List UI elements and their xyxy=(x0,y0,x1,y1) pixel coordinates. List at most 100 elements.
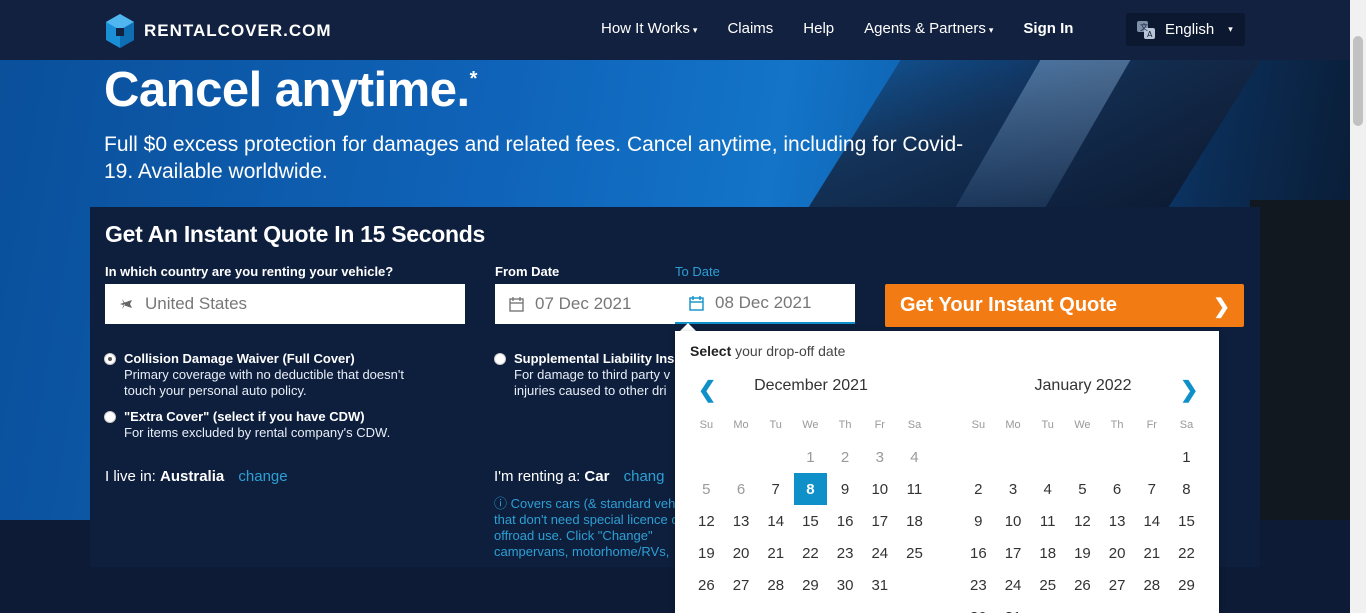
calendar-day[interactable]: 9 xyxy=(828,473,863,505)
calendar-day[interactable]: 25 xyxy=(897,537,932,569)
calendar-day[interactable]: 3 xyxy=(996,473,1031,505)
country-value: United States xyxy=(145,294,248,313)
calendar-day[interactable]: 17 xyxy=(862,505,897,537)
calendar-day[interactable]: 11 xyxy=(1030,505,1065,537)
calendar-day[interactable]: 26 xyxy=(689,569,724,601)
calendar-day[interactable]: 4 xyxy=(1030,473,1065,505)
calendar-day[interactable]: 12 xyxy=(689,505,724,537)
nav-how-it-works[interactable]: How It Works ▾ xyxy=(601,20,697,37)
calendar-day[interactable]: 1 xyxy=(1169,441,1204,473)
calendar-day[interactable]: 27 xyxy=(1100,569,1135,601)
calendar-day[interactable]: 22 xyxy=(793,537,828,569)
country-label: In which country are you renting your ve… xyxy=(105,264,394,279)
nav-claims[interactable]: Claims xyxy=(727,20,773,37)
calendar-day[interactable]: 28 xyxy=(1134,569,1169,601)
calendar-day[interactable]: 21 xyxy=(758,537,793,569)
calendar-day[interactable]: 21 xyxy=(1134,537,1169,569)
calendar-day[interactable]: 7 xyxy=(758,473,793,505)
hero-subhead: Full $0 excess protection for damages an… xyxy=(104,133,964,183)
top-navbar: RENTALCOVER.COM How It Works ▾ Claims Hel… xyxy=(0,0,1350,60)
calendar-day[interactable]: 28 xyxy=(758,569,793,601)
calendar-day[interactable]: 7 xyxy=(1134,473,1169,505)
calendar-day[interactable]: 31 xyxy=(996,601,1031,613)
calendar-day[interactable]: 14 xyxy=(758,505,793,537)
calendar-day[interactable]: 18 xyxy=(1030,537,1065,569)
from-date-input[interactable]: 07 Dec 2021 xyxy=(495,284,675,324)
calendar-day[interactable]: 6 xyxy=(1100,473,1135,505)
calendar-day[interactable]: 20 xyxy=(724,537,759,569)
calendar-day[interactable]: 18 xyxy=(897,505,932,537)
vehicle-line: I'm renting a: Car chang xyxy=(494,468,665,485)
calendar-day[interactable]: 2 xyxy=(961,473,996,505)
calendar-day[interactable]: 5 xyxy=(1065,473,1100,505)
cdw-description: Primary coverage with no deductible that… xyxy=(124,367,404,398)
extra-cover-title: "Extra Cover" (select if you have CDW) xyxy=(124,409,365,424)
calendar-day[interactable]: 29 xyxy=(1169,569,1204,601)
day-grid: 1 2 3 4 5 6 7 8 9 10 11 12 13 14 15 16 17 18 19 20 21 22 23 24 2… xyxy=(689,441,932,601)
day-grid: 1 2 3 4 5 6 7 8 9 10 11 12 13 14 15 16 17 18 19 20 21 22 23 24 2… xyxy=(961,441,1204,613)
scrollbar-thumb[interactable] xyxy=(1353,36,1363,126)
empty-cell xyxy=(961,441,996,473)
residence-value: Australia xyxy=(160,468,225,485)
calendar-day[interactable]: 12 xyxy=(1065,505,1100,537)
page-scrollbar[interactable] xyxy=(1350,0,1366,613)
nav-agents-partners[interactable]: Agents & Partners ▾ xyxy=(864,20,993,37)
cdw-radio[interactable] xyxy=(104,353,116,365)
to-date-input[interactable]: 08 Dec 2021 xyxy=(675,284,855,324)
option-extra-cover[interactable]: "Extra Cover" (select if you have CDW) F… xyxy=(104,409,434,441)
sli-radio[interactable] xyxy=(494,353,506,365)
calendar-day[interactable]: 10 xyxy=(862,473,897,505)
calendar-day[interactable]: 13 xyxy=(1100,505,1135,537)
calendar-day[interactable]: 30 xyxy=(961,601,996,613)
calendar-day[interactable]: 8 xyxy=(1169,473,1204,505)
vehicle-value: Car xyxy=(584,468,610,485)
datepicker-popup: Select your drop-off date ❮ ❯ December 2… xyxy=(675,331,1219,613)
calendar-day[interactable]: 19 xyxy=(689,537,724,569)
change-vehicle-link[interactable]: chang xyxy=(624,468,665,485)
calendar-day[interactable]: 16 xyxy=(828,505,863,537)
calendar-day[interactable]: 10 xyxy=(996,505,1031,537)
sign-in-link[interactable]: Sign In xyxy=(1023,20,1073,37)
calendar-day[interactable]: 27 xyxy=(724,569,759,601)
empty-cell xyxy=(1065,441,1100,473)
country-input[interactable]: United States xyxy=(105,284,465,324)
extra-cover-description: For items excluded by rental company's C… xyxy=(124,425,391,440)
calendar-day[interactable]: 23 xyxy=(828,537,863,569)
calendar-day[interactable]: 11 xyxy=(897,473,932,505)
get-quote-button[interactable]: Get Your Instant Quote ❯ xyxy=(885,284,1244,327)
calendar-day[interactable]: 19 xyxy=(1065,537,1100,569)
calendar-day[interactable]: 16 xyxy=(961,537,996,569)
chevron-right-icon: ❯ xyxy=(1213,296,1230,318)
selected-day[interactable]: 8 xyxy=(794,473,827,505)
option-sli[interactable]: Supplemental Liability Ins For damage to… xyxy=(494,351,684,399)
calendar-day[interactable]: 24 xyxy=(996,569,1031,601)
brand-logo[interactable]: RENTALCOVER.COM xyxy=(106,14,332,48)
chevron-down-icon: ▾ xyxy=(988,25,994,35)
calendar-day[interactable]: 13 xyxy=(724,505,759,537)
nav-help[interactable]: Help xyxy=(803,20,834,37)
calendar-day[interactable]: 20 xyxy=(1100,537,1135,569)
calendar-day[interactable]: 31 xyxy=(862,569,897,601)
empty-cell xyxy=(996,441,1031,473)
chevron-down-icon: ▾ xyxy=(692,25,698,35)
calendar-day[interactable]: 23 xyxy=(961,569,996,601)
calendar-day[interactable]: 15 xyxy=(1169,505,1204,537)
calendar-day[interactable]: 17 xyxy=(996,537,1031,569)
calendar-day[interactable]: 15 xyxy=(793,505,828,537)
calendar-day[interactable]: 25 xyxy=(1030,569,1065,601)
calendar-day[interactable]: 14 xyxy=(1134,505,1169,537)
calendar-day[interactable]: 26 xyxy=(1065,569,1100,601)
option-cdw[interactable]: Collision Damage Waiver (Full Cover) Pri… xyxy=(104,351,434,399)
calendar-day: 6 xyxy=(736,480,746,498)
calendar-day[interactable]: 22 xyxy=(1169,537,1204,569)
weekday-label: Sa xyxy=(1179,419,1194,431)
calendar-day[interactable]: 29 xyxy=(793,569,828,601)
calendar-day[interactable]: 9 xyxy=(961,505,996,537)
change-residence-link[interactable]: change xyxy=(238,468,287,485)
calendar-day[interactable]: 24 xyxy=(862,537,897,569)
language-selector[interactable]: 文 A English ▾ xyxy=(1126,13,1245,46)
datepicker-pointer xyxy=(680,323,696,331)
calendar-day[interactable]: 30 xyxy=(828,569,863,601)
sli-title: Supplemental Liability Ins xyxy=(514,351,675,366)
extra-cover-radio[interactable] xyxy=(104,411,116,423)
